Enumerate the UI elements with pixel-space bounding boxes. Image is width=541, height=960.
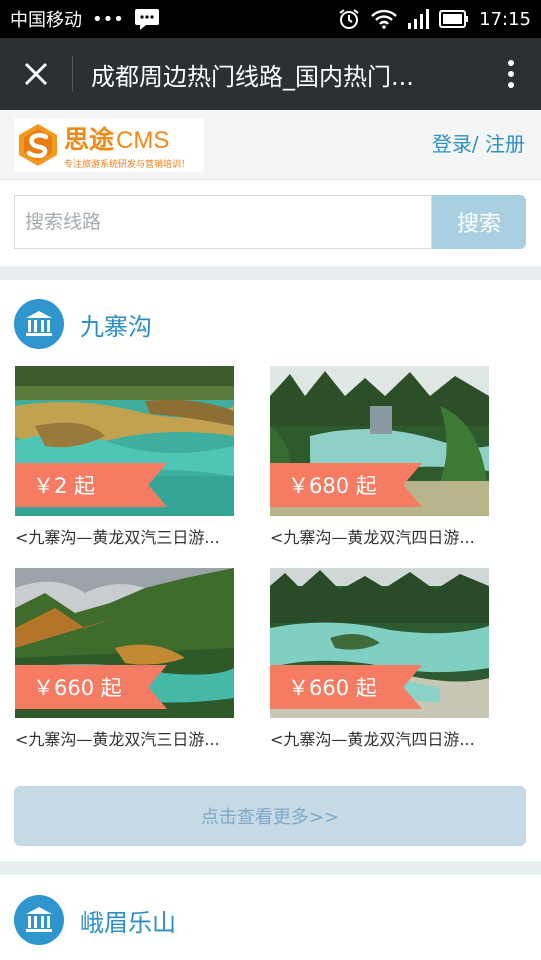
section-header-emei-leshan[interactable]: 峨眉乐山	[14, 895, 176, 945]
status-bar: 中国移动 ••• 17:15	[0, 0, 541, 38]
landmark-icon	[14, 299, 64, 349]
product-title[interactable]: <九寨沟—黄龙双汽三日游...	[15, 524, 234, 548]
price-tag: ￥680 起	[270, 463, 422, 507]
logo-s-icon	[19, 124, 57, 166]
product-card[interactable]: ￥2 起 <九寨沟—黄龙双汽三日游...	[15, 366, 234, 548]
more-vertical-icon	[508, 60, 514, 88]
browser-nav-bar: 成都周边热门线路_国内热门...	[0, 38, 541, 110]
login-register-link[interactable]: 登录/ 注册	[432, 128, 525, 157]
section-divider	[0, 266, 541, 280]
price-tag: ￥660 起	[270, 665, 422, 709]
product-card[interactable]: ￥680 起 <九寨沟—黄龙双汽四日游...	[270, 366, 489, 548]
section-title: 九寨沟	[80, 312, 152, 341]
page-title: 成都周边热门线路_国内热门...	[91, 62, 414, 91]
landmark-icon	[14, 895, 64, 945]
wifi-icon	[371, 9, 397, 29]
site-logo[interactable]: 思途 CMS 专注旅游系统研发与营销培训！	[14, 118, 204, 172]
cell-signal-icon	[407, 9, 430, 29]
view-more-button[interactable]: 点击查看更多>>	[14, 786, 526, 846]
price-tag: ￥2 起	[15, 463, 167, 507]
more-menu-button[interactable]	[481, 38, 541, 110]
search-bar: 搜索	[14, 195, 526, 251]
price-tag: ￥660 起	[15, 665, 167, 709]
logo-cn-text: 思途	[64, 125, 115, 154]
product-image[interactable]: ￥660 起	[270, 568, 489, 718]
section-header-jiuzhaigou[interactable]: 九寨沟	[14, 299, 152, 349]
product-image[interactable]: ￥680 起	[270, 366, 489, 516]
section-title: 峨眉乐山	[80, 908, 176, 937]
search-button[interactable]: 搜索	[432, 195, 526, 249]
chat-bubble-icon	[134, 8, 160, 30]
carrier-label: 中国移动	[10, 10, 82, 31]
product-title[interactable]: <九寨沟—黄龙双汽四日游...	[270, 524, 489, 548]
logo-tagline: 专注旅游系统研发与营销培训！	[64, 160, 191, 170]
alarm-icon	[337, 7, 361, 31]
signal-dots: •••	[92, 8, 124, 30]
clock: 17:15	[479, 8, 531, 30]
product-card[interactable]: ￥660 起 <九寨沟—黄龙双汽三日游...	[15, 568, 234, 750]
product-card[interactable]: ￥660 起 <九寨沟—黄龙双汽四日游...	[270, 568, 489, 750]
search-input[interactable]	[14, 195, 432, 249]
logo-en-text: CMS	[116, 127, 170, 154]
section-divider	[0, 861, 541, 875]
product-image[interactable]: ￥2 起	[15, 366, 234, 516]
close-button[interactable]	[0, 38, 72, 110]
site-header: 思途 CMS 专注旅游系统研发与营销培训！ 登录/ 注册	[0, 110, 541, 180]
close-icon	[24, 62, 48, 86]
battery-icon	[439, 10, 469, 28]
product-image[interactable]: ￥660 起	[15, 568, 234, 718]
product-title[interactable]: <九寨沟—黄龙双汽三日游...	[15, 726, 234, 750]
product-title[interactable]: <九寨沟—黄龙双汽四日游...	[270, 726, 489, 750]
